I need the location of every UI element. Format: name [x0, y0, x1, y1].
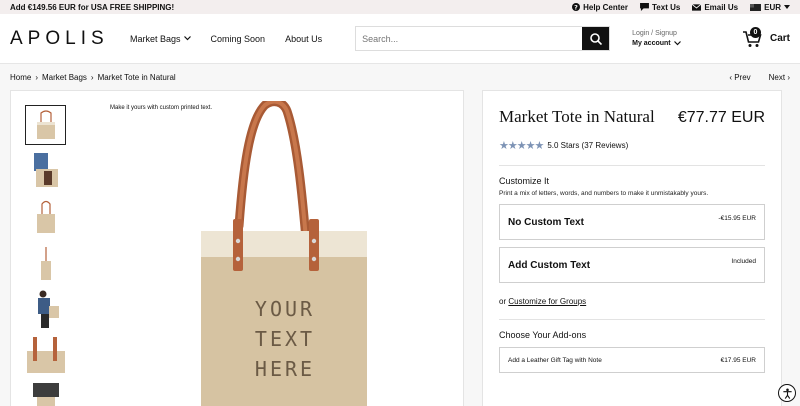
addons-label: Choose Your Add-ons: [499, 330, 587, 340]
currency-label: EUR: [764, 2, 781, 12]
groups-prefix: or: [499, 297, 507, 306]
mail-icon: [692, 3, 702, 11]
tote-print-line-3: HERE: [255, 357, 315, 381]
customize-label: Customize It: [499, 176, 550, 186]
email-us-link[interactable]: Email Us: [692, 3, 738, 12]
prev-link[interactable]: ‹ Prev: [729, 73, 750, 82]
breadcrumb: Home › Market Bags › Market Tote in Natu…: [10, 73, 176, 82]
account-menu[interactable]: Login / Signup My account: [632, 29, 681, 49]
accessibility-button[interactable]: [778, 384, 796, 402]
option-label: Add Custom Text: [508, 259, 591, 271]
tote-print-line-1: YOUR: [255, 297, 315, 321]
site-header: APOLIS Market Bags Coming Soon About Us …: [0, 14, 800, 64]
prev-next-nav: ‹ Prev Next ›: [729, 73, 790, 82]
email-us-label: Email Us: [704, 2, 739, 12]
tote-thumb-image: [36, 110, 55, 139]
model-thumb-image: [33, 153, 58, 187]
breadcrumb-market-bags[interactable]: Market Bags: [42, 73, 87, 82]
option-no-custom-text[interactable]: No Custom Text -€15.95 EUR: [499, 204, 765, 240]
nav-about-us[interactable]: About Us: [285, 34, 322, 44]
breadcrumb-current: Market Tote in Natural: [97, 72, 176, 82]
customize-for-groups-link[interactable]: Customize for Groups: [508, 297, 586, 306]
tote-side-thumb-image: [40, 247, 51, 280]
currency-selector[interactable]: EUR: [750, 3, 790, 12]
my-account-row: My account: [632, 39, 681, 49]
text-us-label: Text Us: [652, 2, 681, 12]
next-link[interactable]: Next ›: [769, 73, 790, 82]
star-rating-icon: ★★★★★: [499, 140, 544, 152]
divider: [499, 165, 765, 166]
accessibility-icon: [782, 388, 793, 399]
help-center-link[interactable]: ? Help Center: [572, 3, 628, 12]
addon-label: Add a Leather Gift Tag with Note: [508, 356, 602, 364]
product-gallery: Make it yours with custom printed text. …: [10, 90, 464, 406]
tote-angle-thumb-image: [36, 200, 55, 233]
site-logo[interactable]: APOLIS: [10, 28, 130, 50]
tote-print-line-2: TEXT: [255, 327, 315, 351]
chevron-down-icon: [784, 5, 790, 9]
thumbnail-6[interactable]: [25, 335, 66, 375]
svg-text:?: ?: [574, 3, 578, 11]
chevron-right-icon: ›: [785, 72, 790, 82]
promo-text: Add €149.56 EUR for USA FREE SHIPPING!: [10, 2, 175, 12]
option-price: Included: [731, 258, 756, 265]
thumbnail-strip: [25, 105, 66, 406]
search-icon: [589, 32, 602, 45]
breadcrumb-separator: ›: [35, 72, 39, 82]
thumbnail-7[interactable]: [25, 381, 66, 406]
main-nav: Market Bags Coming Soon About Us: [130, 34, 322, 44]
cart-label: Cart: [769, 33, 790, 44]
breadcrumb-row: Home › Market Bags › Market Tote in Natu…: [0, 64, 800, 90]
breadcrumb-home[interactable]: Home: [10, 73, 31, 82]
product-main-image: YOUR TEXT HERE: [201, 101, 367, 406]
product-price: €77.77 EUR: [677, 109, 765, 126]
addon-leather-gift-tag[interactable]: Add a Leather Gift Tag with Note €17.95 …: [499, 347, 765, 373]
groups-row: or Customize for Groups: [499, 297, 765, 306]
text-us-link[interactable]: Text Us: [640, 3, 680, 12]
product-info-panel: Market Tote in Natural €77.77 EUR ★★★★★ …: [482, 90, 782, 406]
divider: [499, 319, 765, 320]
product-main: Make it yours with custom printed text. …: [0, 90, 800, 406]
rating-text: 5.0 Stars (37 Reviews): [547, 141, 629, 150]
option-label: No Custom Text: [508, 216, 584, 228]
thumbnail-5[interactable]: [25, 289, 66, 329]
nav-market-bags[interactable]: Market Bags: [130, 34, 191, 44]
chevron-down-icon: [183, 36, 191, 41]
thumbnail-4[interactable]: [25, 243, 66, 283]
cart-button[interactable]: 0 Cart: [742, 26, 790, 48]
search-button[interactable]: [582, 27, 610, 50]
chevron-down-icon: [673, 41, 681, 46]
my-account-label: My account: [632, 39, 671, 47]
login-signup-label: Login / Signup: [632, 29, 677, 37]
next-label: Next: [768, 72, 786, 82]
flag-icon: [750, 3, 762, 11]
nav-coming-soon[interactable]: Coming Soon: [211, 34, 266, 44]
breadcrumb-separator: ›: [90, 72, 94, 82]
handle-detail-thumb-image: [26, 337, 65, 373]
nav-market-bags-label: Market Bags: [130, 33, 181, 44]
chat-icon: [640, 3, 649, 11]
help-center-label: Help Center: [583, 2, 628, 12]
option-price: -€15.95 EUR: [718, 215, 756, 222]
top-links: ? Help Center Text Us Email Us EUR: [572, 3, 790, 12]
product-title: Market Tote in Natural: [499, 107, 655, 126]
question-icon: ?: [572, 3, 581, 11]
cart-icon: 0: [742, 26, 764, 48]
model-hold-thumb-image: [32, 383, 59, 406]
option-add-custom-text[interactable]: Add Custom Text Included: [499, 247, 765, 283]
model-carry-thumb-image: [37, 290, 59, 328]
prev-label: Prev: [734, 72, 751, 82]
search-bar: [355, 26, 611, 51]
thumbnail-1[interactable]: [25, 105, 66, 145]
addon-price: €17.95 EUR: [720, 356, 756, 364]
product-title-row: Market Tote in Natural €77.77 EUR: [499, 107, 765, 127]
cart-count-badge: 0: [749, 26, 761, 38]
promo-bar: Add €149.56 EUR for USA FREE SHIPPING! ?…: [0, 0, 800, 14]
search-input[interactable]: [356, 27, 583, 50]
customize-description: Print a mix of letters, words, and numbe…: [499, 190, 709, 197]
thumbnail-3[interactable]: [25, 197, 66, 237]
thumbnail-2[interactable]: [25, 151, 66, 191]
rating-row[interactable]: ★★★★★ 5.0 Stars (37 Reviews): [499, 139, 765, 152]
